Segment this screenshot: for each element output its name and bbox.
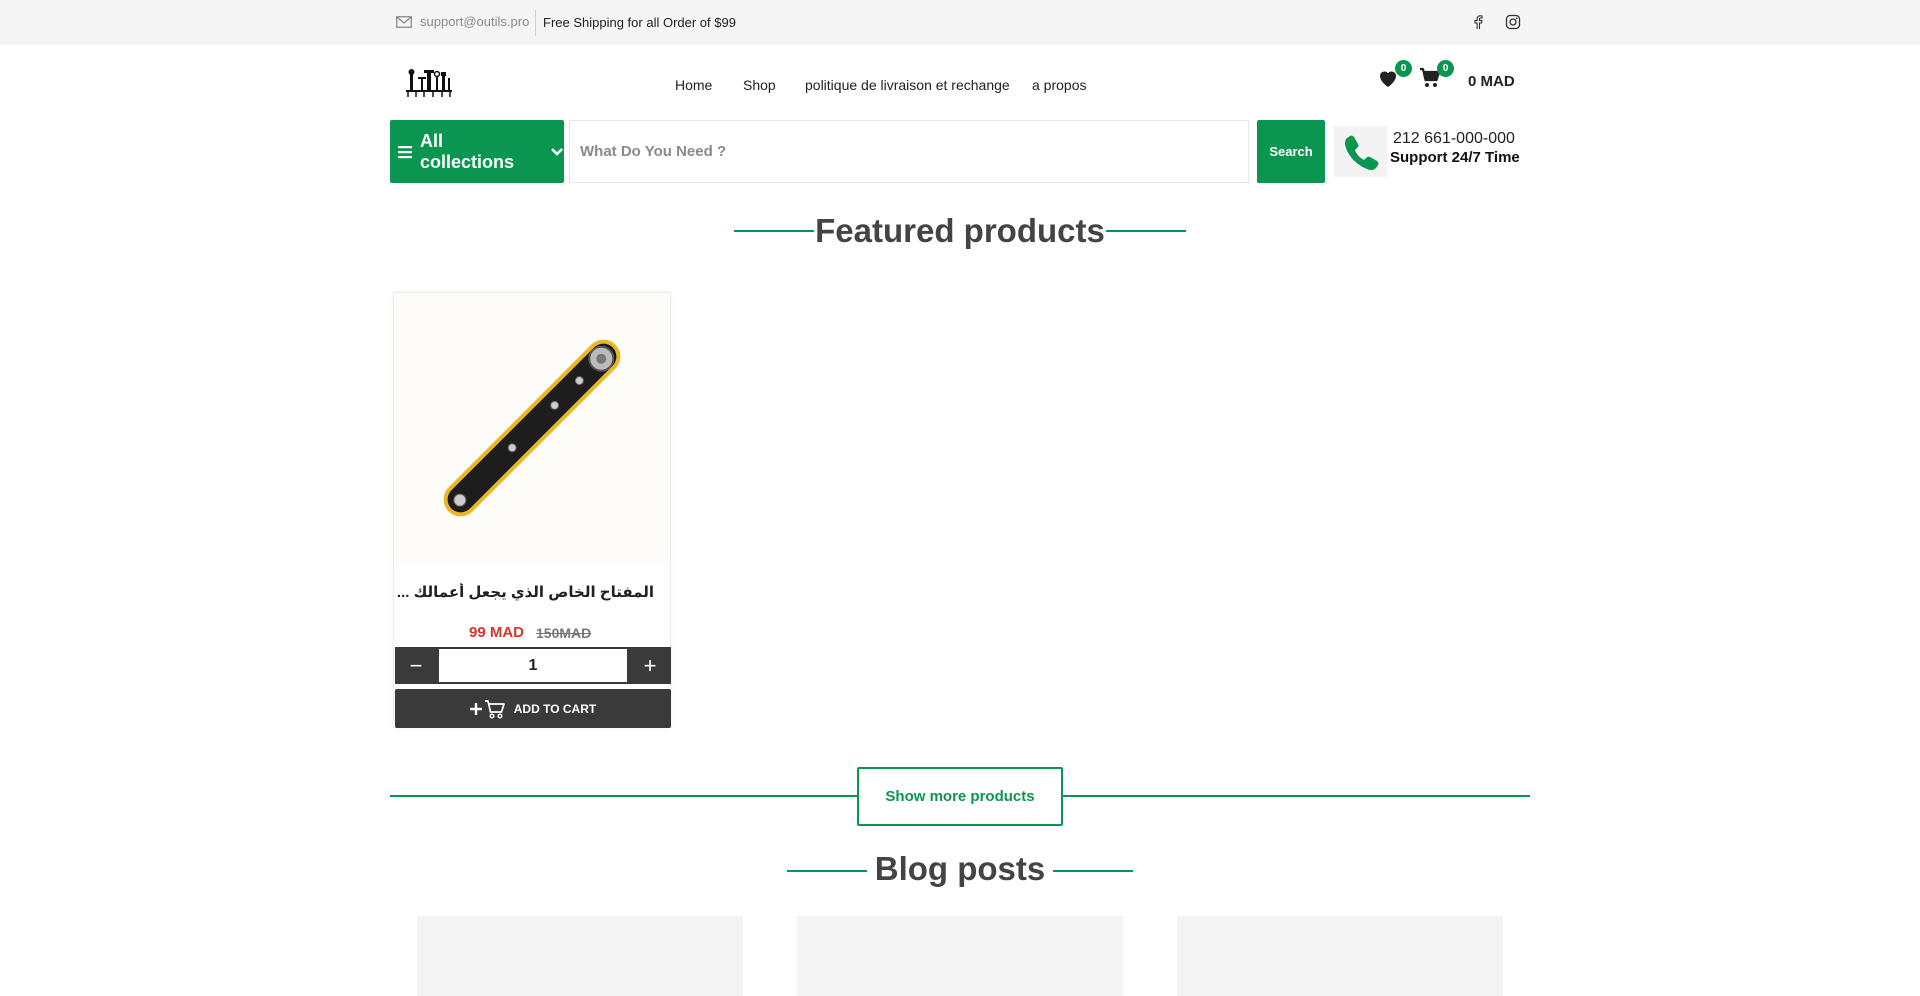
cart-total[interactable]: 0 MAD [1468, 73, 1515, 90]
nav-about[interactable]: a propos [1032, 77, 1086, 93]
support-email[interactable]: support@outils.pro [396, 14, 529, 29]
blog-posts-title: Blog posts [874, 850, 1046, 887]
top-bar-divider [535, 10, 536, 36]
blog-title-line-left [787, 870, 867, 872]
quantity-increase-button[interactable]: + [629, 647, 671, 684]
nav-home[interactable]: Home [675, 77, 712, 93]
all-collections-dropdown[interactable]: All collections [390, 120, 564, 183]
show-more-products-button[interactable]: Show more products [857, 767, 1063, 826]
product-price: 99 MAD [469, 624, 525, 641]
phone-icon [1344, 135, 1378, 170]
wishlist-count-badge: 0 [1395, 60, 1412, 77]
facebook-icon[interactable] [1470, 14, 1486, 30]
add-to-cart-label: ADD TO CART [513, 701, 597, 716]
mail-icon [396, 15, 412, 28]
add-to-cart-button[interactable]: ADD TO CART [395, 689, 671, 728]
blog-card[interactable] [797, 916, 1123, 996]
shipping-notice: Free Shipping for all Order of $99 [543, 15, 736, 30]
phone-icon-box [1334, 126, 1387, 177]
support-email-text: support@outils.pro [420, 14, 530, 29]
ratchet-wrench-image [443, 339, 621, 517]
support-label: Support 24/7 Time [1390, 149, 1520, 166]
all-collections-label: All collections [420, 130, 515, 172]
blog-card[interactable] [417, 916, 743, 996]
product-name[interactable]: المفتاح الخاص الذي يجعل أعمالك ... [394, 583, 670, 601]
search-field [569, 120, 1249, 183]
search-button[interactable]: Search [1257, 120, 1325, 183]
blog-card[interactable] [1177, 916, 1503, 996]
chevron-down-icon [551, 147, 563, 156]
quantity-input[interactable] [439, 649, 627, 682]
product-image[interactable] [394, 293, 670, 563]
top-bar: support@outils.pro Free Shipping for all… [0, 0, 1920, 45]
cart-count-badge: 0 [1437, 60, 1454, 77]
site-logo[interactable] [404, 66, 454, 100]
blog-title-line-right [1053, 870, 1133, 872]
search-input[interactable] [570, 121, 1248, 182]
support-phone[interactable]: 212 661-000-000 [1393, 130, 1515, 148]
product-old-price: 150MAD [536, 625, 592, 641]
instagram-icon[interactable] [1505, 14, 1521, 30]
quantity-stepper: − + [395, 647, 671, 684]
add-cart-icon [469, 699, 505, 719]
title-line-left [734, 230, 814, 232]
title-line-right [1106, 230, 1186, 232]
nav-shop[interactable]: Shop [743, 77, 776, 93]
cart-button[interactable]: 0 [1418, 60, 1454, 92]
wishlist-button[interactable]: 0 [1376, 60, 1412, 92]
product-card: المفتاح الخاص الذي يجعل أعمالك ... 99 MA… [393, 292, 671, 728]
featured-products-title: Featured products [815, 212, 1105, 249]
quantity-decrease-button[interactable]: − [395, 647, 437, 684]
menu-icon [398, 145, 412, 158]
nav-delivery-policy[interactable]: politique de livraison et rechange [805, 77, 1010, 93]
